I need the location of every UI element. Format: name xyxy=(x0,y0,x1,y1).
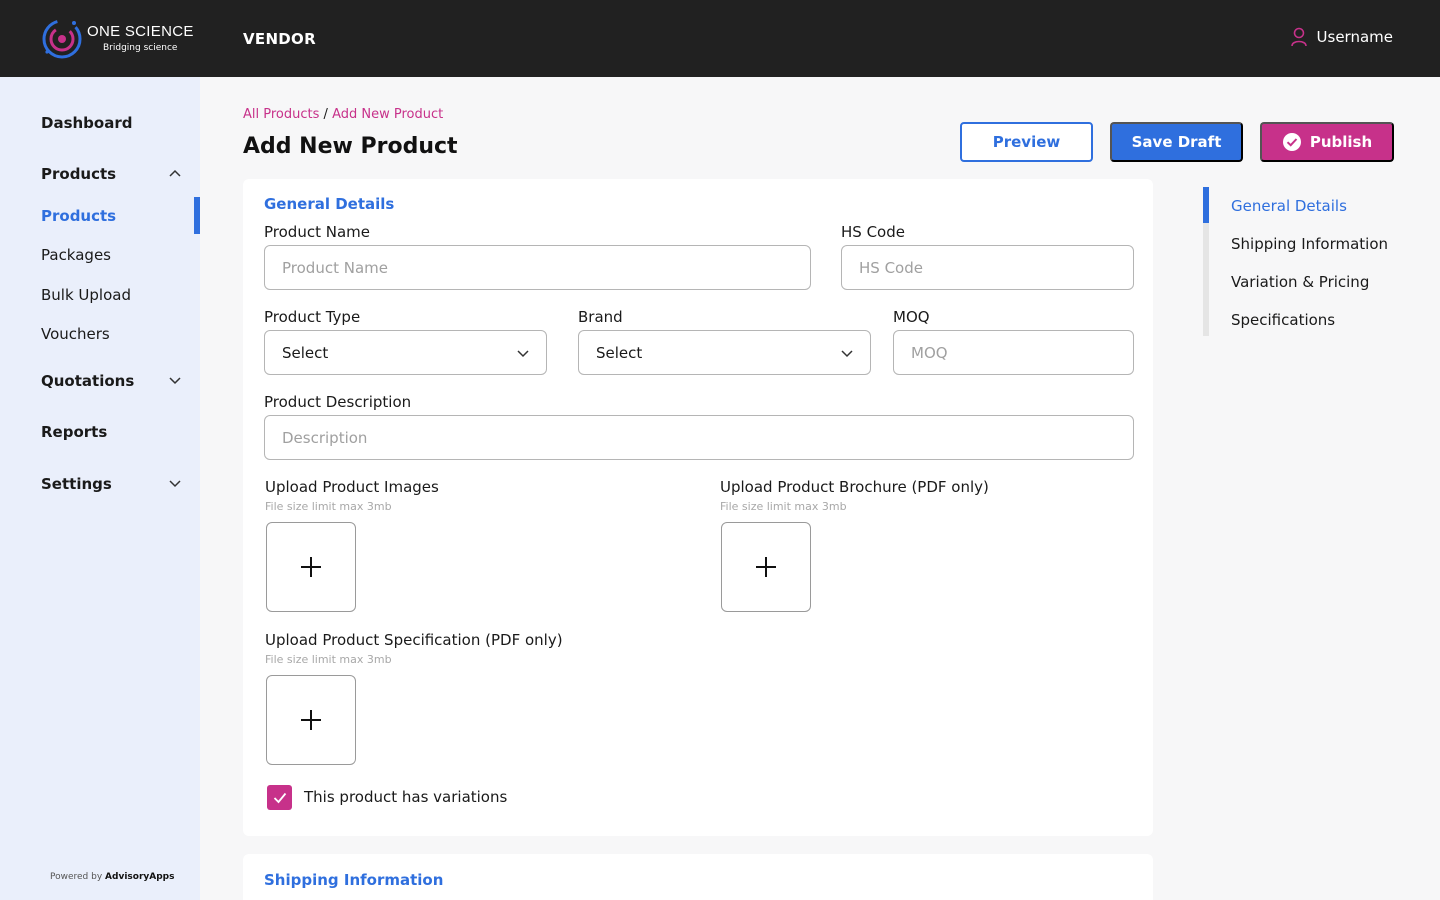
save-draft-button[interactable]: Save Draft xyxy=(1110,122,1243,162)
moq-input[interactable] xyxy=(893,330,1134,375)
upload-images-button[interactable] xyxy=(266,522,356,612)
breadcrumb-current[interactable]: Add New Product xyxy=(332,107,443,122)
preview-button[interactable]: Preview xyxy=(960,122,1093,162)
product-type-value: Select xyxy=(282,343,329,362)
sidebar-item-products[interactable]: Products xyxy=(41,207,116,225)
sidebar-item-packages[interactable]: Packages xyxy=(41,246,111,264)
toc-active-indicator xyxy=(1203,187,1209,223)
chevron-down-icon[interactable] xyxy=(168,373,182,387)
breadcrumb-separator: / xyxy=(323,107,328,122)
hs-code-input[interactable] xyxy=(841,245,1134,290)
sidebar-item-reports[interactable]: Reports xyxy=(41,423,107,441)
top-bar: ONE SCIENCE Bridging science VENDOR User… xyxy=(0,0,1440,77)
moq-label: MOQ xyxy=(893,308,930,326)
portal-section-label: VENDOR xyxy=(243,30,316,48)
upload-spec-button[interactable] xyxy=(266,675,356,765)
logo-subtitle: Bridging science xyxy=(103,43,178,53)
brand-label: Brand xyxy=(578,308,623,326)
variations-checkbox[interactable] xyxy=(267,785,292,810)
product-name-label: Product Name xyxy=(264,223,370,241)
upload-brochure-hint: File size limit max 3mb xyxy=(720,500,847,513)
general-details-card: General Details Product Name HS Code Pro… xyxy=(243,179,1153,836)
sidebar-item-dashboard[interactable]: Dashboard xyxy=(41,114,132,132)
toc-item-specifications[interactable]: Specifications xyxy=(1231,311,1335,329)
chevron-up-icon[interactable] xyxy=(168,166,182,180)
username: Username xyxy=(1316,28,1393,46)
checkmark-icon xyxy=(273,792,286,803)
page-title: Add New Product xyxy=(243,134,458,159)
brand-select[interactable]: Select xyxy=(578,330,871,375)
powered-brand: AdvisoryApps xyxy=(105,872,175,882)
upload-spec-label: Upload Product Specification (PDF only) xyxy=(265,631,563,649)
sidebar-group-quotations[interactable]: Quotations xyxy=(41,372,134,390)
powered-prefix: Powered by xyxy=(50,872,103,882)
chevron-down-icon[interactable] xyxy=(168,476,182,490)
sidebar-group-settings[interactable]: Settings xyxy=(41,475,112,493)
powered-by: Powered by AdvisoryApps xyxy=(50,872,174,882)
user-icon xyxy=(1290,27,1307,47)
one-science-logo-icon xyxy=(42,19,82,59)
product-type-label: Product Type xyxy=(264,308,361,326)
breadcrumb-all-products[interactable]: All Products xyxy=(243,107,319,122)
plus-icon xyxy=(301,710,321,730)
section-title-general-details: General Details xyxy=(264,195,395,213)
toc-item-variation-pricing[interactable]: Variation & Pricing xyxy=(1231,273,1369,291)
plus-icon xyxy=(756,557,776,577)
toc-item-shipping-information[interactable]: Shipping Information xyxy=(1231,235,1388,253)
publish-button[interactable]: Publish xyxy=(1260,122,1394,162)
section-title-shipping-information: Shipping Information xyxy=(264,871,444,889)
product-description-label: Product Description xyxy=(264,393,412,411)
upload-brochure-button[interactable] xyxy=(721,522,811,612)
toc-item-general-details[interactable]: General Details xyxy=(1231,197,1347,215)
user-menu[interactable]: Username xyxy=(1290,27,1393,47)
chevron-down-icon xyxy=(841,349,853,357)
sidebar-item-vouchers[interactable]: Vouchers xyxy=(41,325,110,343)
breadcrumb: All Products / Add New Product xyxy=(243,107,443,122)
sidebar: Dashboard Products Products Packages Bul… xyxy=(0,77,200,900)
brand-value: Select xyxy=(596,343,643,362)
upload-images-hint: File size limit max 3mb xyxy=(265,500,392,513)
sidebar-item-bulk-upload[interactable]: Bulk Upload xyxy=(41,286,131,304)
shipping-information-card: Shipping Information xyxy=(243,854,1153,900)
sidebar-group-products[interactable]: Products xyxy=(41,165,116,183)
upload-spec-hint: File size limit max 3mb xyxy=(265,653,392,666)
plus-icon xyxy=(301,557,321,577)
publish-label: Publish xyxy=(1309,133,1373,151)
variations-checkbox-label: This product has variations xyxy=(304,788,508,806)
active-nav-indicator xyxy=(194,197,200,234)
upload-images-label: Upload Product Images xyxy=(265,478,439,496)
check-circle-icon xyxy=(1282,133,1301,151)
product-type-select[interactable]: Select xyxy=(264,330,547,375)
logo-title: ONE SCIENCE xyxy=(87,23,194,40)
hs-code-label: HS Code xyxy=(841,223,905,241)
chevron-down-icon xyxy=(517,349,529,357)
product-name-input[interactable] xyxy=(264,245,811,290)
upload-brochure-label: Upload Product Brochure (PDF only) xyxy=(720,478,989,496)
product-description-input[interactable] xyxy=(264,415,1134,460)
brand-logo[interactable]: ONE SCIENCE Bridging science xyxy=(41,13,206,65)
